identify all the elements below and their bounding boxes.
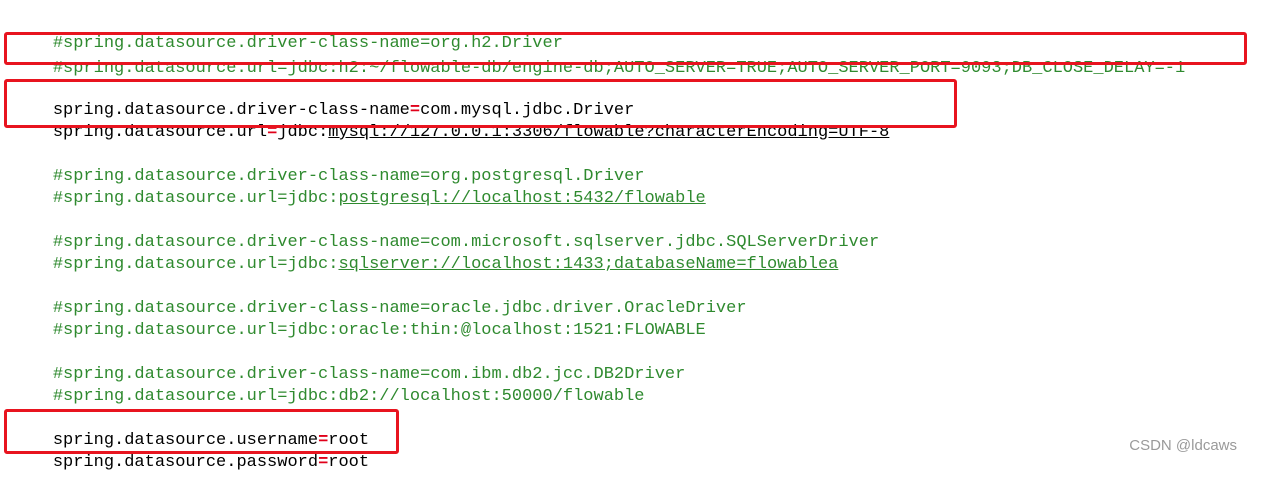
property-value: jdbc: bbox=[277, 123, 329, 142]
property-key: spring.datasource.url bbox=[52, 123, 268, 142]
comment-text: #spring.datasource.url=jdbc: bbox=[52, 255, 339, 274]
property-value-link: mysql://127.0.0.1:3306/flowable?characte… bbox=[328, 123, 890, 142]
code-line: spring.datasource.driver-class-name=com.… bbox=[12, 78, 635, 120]
code-line: #spring.datasource.url=jdbc:h2:~/flowabl… bbox=[12, 36, 1185, 78]
code-line: #spring.datasource.url=jdbc:postgresql:/… bbox=[12, 166, 706, 208]
watermark: CSDN @ldcaws bbox=[1129, 437, 1237, 454]
comment-link: postgresql://localhost:5432/flowable bbox=[338, 189, 706, 208]
code-editor[interactable]: #spring.datasource.driver-class-name=org… bbox=[0, 0, 1267, 472]
property-key: spring.datasource.password bbox=[52, 453, 319, 472]
code-line: #spring.datasource.driver-class-name=ora… bbox=[12, 276, 747, 318]
comment-text: #spring.datasource.url=jdbc:oracle:thin:… bbox=[52, 321, 706, 340]
property-value: root bbox=[328, 453, 370, 472]
code-line: spring.datasource.password=root bbox=[12, 430, 369, 472]
code-line: #spring.datasource.url=jdbc:sqlserver://… bbox=[12, 232, 839, 274]
code-line: #spring.datasource.driver-class-name=com… bbox=[12, 210, 879, 252]
code-line: #spring.datasource.driver-class-name=org… bbox=[12, 144, 645, 186]
code-line: #spring.datasource.driver-class-name=com… bbox=[12, 342, 686, 384]
code-line: #spring.datasource.url=jdbc:oracle:thin:… bbox=[12, 298, 706, 340]
equals-operator: = bbox=[318, 453, 329, 472]
comment-link: sqlserver://localhost:1433;databaseName=… bbox=[338, 255, 839, 274]
comment-text: #spring.datasource.url=jdbc: bbox=[52, 189, 339, 208]
comment-text: #spring.datasource.url=jdbc:h2:~/flowabl… bbox=[52, 59, 1186, 78]
equals-operator: = bbox=[267, 123, 278, 142]
code-line: spring.datasource.url=jdbc:mysql://127.0… bbox=[12, 100, 890, 142]
code-line: #spring.datasource.url=jdbc:db2://localh… bbox=[12, 364, 645, 406]
code-line: #spring.datasource.driver-class-name=org… bbox=[12, 11, 563, 53]
code-line: spring.datasource.username=root bbox=[12, 408, 369, 450]
comment-text: #spring.datasource.url=jdbc:db2://localh… bbox=[52, 387, 645, 406]
